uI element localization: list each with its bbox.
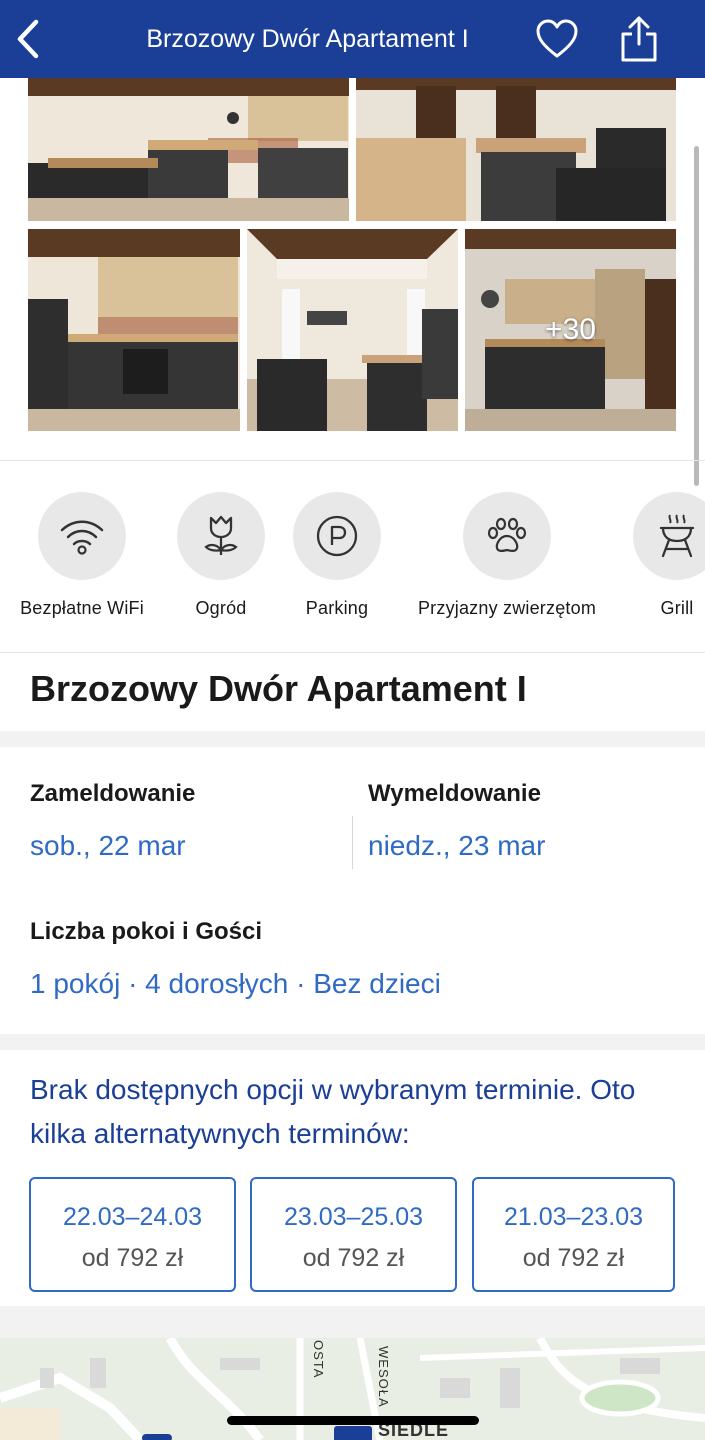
property-name: Brzozowy Dwór Apartament I bbox=[30, 668, 527, 709]
photo-gallery: +30 bbox=[0, 78, 705, 460]
map-street-label: OSTA bbox=[311, 1340, 326, 1379]
wifi-icon bbox=[60, 520, 104, 555]
alternative-dates-button[interactable]: 23.03–25.03 od 792 zł bbox=[250, 1177, 457, 1292]
share-icon bbox=[621, 16, 657, 62]
gallery-photo[interactable] bbox=[28, 229, 240, 431]
alternative-dates: 21.03–23.03 bbox=[503, 1203, 644, 1231]
divider bbox=[352, 816, 353, 869]
amenity-wifi[interactable]: Bezpłatne WiFi bbox=[8, 492, 156, 619]
more-photos-count: +30 bbox=[545, 313, 596, 346]
parking-icon bbox=[316, 515, 358, 557]
gallery-photo[interactable] bbox=[247, 229, 458, 431]
alternative-dates-button[interactable]: 22.03–24.03 od 792 zł bbox=[29, 1177, 236, 1292]
amenity-label: Bezpłatne WiFi bbox=[20, 598, 144, 618]
gallery-photo[interactable] bbox=[28, 78, 349, 221]
section-separator bbox=[0, 731, 705, 747]
paw-icon bbox=[487, 517, 527, 552]
top-nav-bar: Brzozowy Dwór Apartament I bbox=[0, 0, 705, 78]
alternative-price: od 792 zł bbox=[522, 1244, 625, 1272]
back-button[interactable] bbox=[10, 16, 46, 62]
heart-outline-icon bbox=[536, 19, 578, 58]
gallery-photo[interactable] bbox=[356, 78, 676, 221]
section-separator bbox=[0, 1034, 705, 1050]
checkout-date[interactable]: niedz., 23 mar bbox=[368, 830, 545, 862]
gallery-photo-more[interactable]: +30 bbox=[465, 229, 676, 431]
flower-icon bbox=[204, 515, 238, 555]
favorite-button[interactable] bbox=[534, 18, 580, 60]
no-availability-notice: Brak dostępnych opcji w wybranym termini… bbox=[30, 1074, 636, 1149]
rooms-guests-label: Liczba pokoi i Gości bbox=[30, 918, 263, 945]
divider bbox=[0, 652, 705, 653]
header-title: Brzozowy Dwór Apartament I bbox=[146, 25, 469, 53]
alternative-dates-button[interactable]: 21.03–23.03 od 792 zł bbox=[472, 1177, 675, 1292]
amenity-parking[interactable]: Parking bbox=[282, 492, 392, 619]
section-separator bbox=[0, 1306, 705, 1338]
rooms-guests-value[interactable]: 1 pokój · 4 dorosłych · Bez dzieci bbox=[30, 968, 441, 1000]
amenity-grill[interactable]: Grill bbox=[633, 492, 705, 619]
chevron-left-icon bbox=[17, 19, 39, 59]
alternative-price: od 792 zł bbox=[302, 1244, 405, 1272]
home-indicator[interactable] bbox=[227, 1416, 479, 1425]
checkin-label: Zameldowanie bbox=[30, 780, 196, 807]
grill-icon bbox=[659, 514, 695, 558]
map-street-label: WESOŁA bbox=[376, 1346, 391, 1408]
alternative-dates: 23.03–25.03 bbox=[283, 1203, 424, 1231]
amenity-pet-friendly[interactable]: Przyjazny zwierzętom bbox=[405, 492, 609, 619]
share-button[interactable] bbox=[618, 14, 660, 64]
checkin-date[interactable]: sob., 22 mar bbox=[30, 830, 186, 862]
alternative-price: od 792 zł bbox=[81, 1244, 184, 1272]
alternative-dates: 22.03–24.03 bbox=[62, 1203, 203, 1231]
amenity-label: Grill bbox=[660, 598, 694, 618]
scrollbar[interactable] bbox=[694, 146, 699, 486]
divider bbox=[0, 460, 705, 461]
amenity-label: Ogród bbox=[195, 598, 247, 618]
amenity-garden[interactable]: Ogród bbox=[158, 492, 284, 619]
checkout-label: Wymeldowanie bbox=[368, 780, 541, 807]
amenity-label: Parking bbox=[305, 598, 369, 618]
amenity-label: Przyjazny zwierzętom bbox=[417, 598, 597, 618]
